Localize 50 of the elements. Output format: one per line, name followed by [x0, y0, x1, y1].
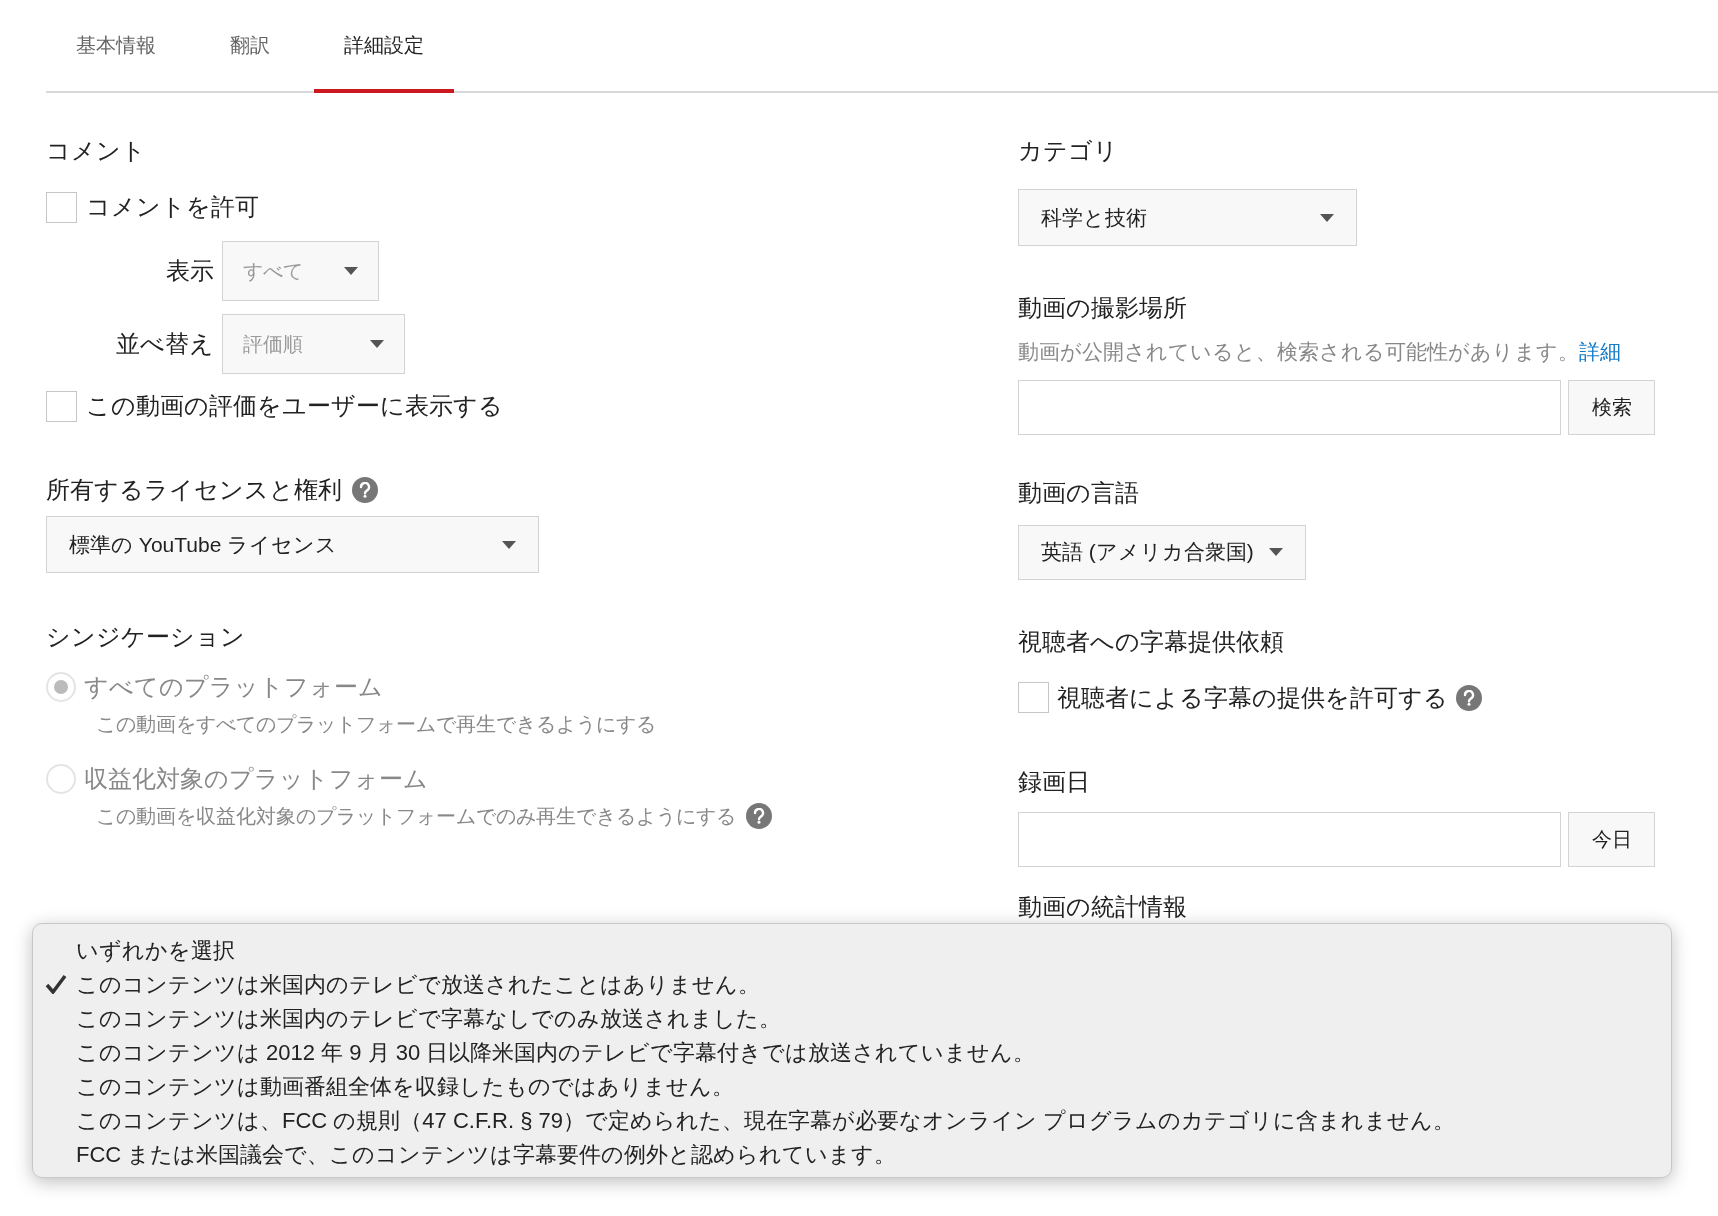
field-label: 表示 — [165, 256, 215, 286]
checkbox-label: この動画の評価をユーザーに表示する — [86, 391, 503, 421]
menu-item[interactable]: このコンテンツは、FCC の規則（47 C.F.R. § 79）で定められた、現在字幕が必要なオンライン プログラムのカテゴリに含まれません。 — [76, 1103, 1456, 1137]
section-heading: 動画の撮影場所 — [1018, 294, 1187, 321]
caret-icon — [502, 540, 516, 549]
caret-icon — [344, 267, 358, 275]
radio-button[interactable] — [46, 672, 76, 702]
checkbox[interactable] — [1018, 682, 1049, 713]
option-description: この動画をすべてのプラットフォームで再生できるようにする — [96, 712, 656, 737]
menu-item[interactable]: このコンテンツは 2012 年 9 月 30 日以降米国内のテレビで字幕付きでは放送されていません。 — [76, 1035, 1036, 1069]
menu-item[interactable]: FCC または米国議会で、このコンテンツは字幕要件の例外と認められています。 — [76, 1137, 897, 1171]
tab[interactable]: 基本情報 — [46, 0, 186, 93]
section-heading: 視聴者への字幕提供依頼 — [1018, 627, 1284, 655]
section-heading: コメント — [46, 136, 147, 166]
help-icon[interactable] — [352, 477, 378, 503]
tab[interactable]: 翻訳 — [200, 0, 300, 93]
language-select[interactable]: 英語 (アメリカ合衆国) — [1018, 524, 1306, 580]
search-button[interactable]: 検索 — [1568, 379, 1655, 435]
radio-button[interactable] — [46, 764, 76, 794]
category-select[interactable]: 科学と技術 — [1018, 189, 1357, 246]
radio-label: すべてのプラットフォーム — [84, 672, 383, 702]
help-icon[interactable] — [1456, 684, 1482, 711]
section-heading: 動画の言語 — [1018, 478, 1139, 506]
menu-item[interactable]: このコンテンツは米国内のテレビで放送されたことはありません。 — [76, 967, 760, 1001]
license-select[interactable]: 標準の YouTube ライセンス — [46, 516, 539, 573]
section-heading: カテゴリ — [1018, 136, 1119, 166]
menu-item[interactable]: いずれかを選択 — [76, 933, 235, 967]
location-input[interactable] — [1018, 379, 1561, 435]
details-link[interactable]: 詳細 — [1579, 336, 1621, 368]
help-icon[interactable] — [746, 803, 772, 829]
tab[interactable]: 詳細設定 — [314, 0, 454, 93]
caret-icon — [370, 340, 384, 348]
checkbox-label: コメントを許可 — [86, 192, 259, 222]
checkbox[interactable] — [46, 191, 77, 223]
today-button[interactable]: 今日 — [1568, 811, 1655, 867]
checkbox[interactable] — [46, 390, 77, 422]
date-input[interactable] — [1018, 811, 1561, 867]
field-label: 並べ替え — [115, 329, 215, 359]
caret-icon — [1320, 213, 1334, 222]
radio-label: 収益化対象のプラットフォーム — [84, 764, 428, 794]
section-heading: シンジケーション — [46, 623, 245, 650]
caret-icon — [1269, 548, 1283, 556]
checkbox-label: 視聴者による字幕の提供を許可する — [1057, 682, 1448, 713]
menu-item[interactable]: このコンテンツは動画番組全体を収録したものではありません。 — [76, 1069, 734, 1103]
section-heading: 動画の統計情報 — [1018, 892, 1187, 920]
menu-item[interactable]: このコンテンツは米国内のテレビで字幕なしでのみ放送されました。 — [76, 1001, 781, 1035]
section-heading: 録画日 — [1018, 767, 1090, 795]
section-heading: 所有するライセンスと権利 — [46, 475, 342, 505]
description-text: 動画が公開されていると、検索される可能性があります。 — [1018, 339, 1579, 365]
option-description: この動画を収益化対象のプラットフォームでのみ再生できるようにする — [96, 804, 736, 829]
